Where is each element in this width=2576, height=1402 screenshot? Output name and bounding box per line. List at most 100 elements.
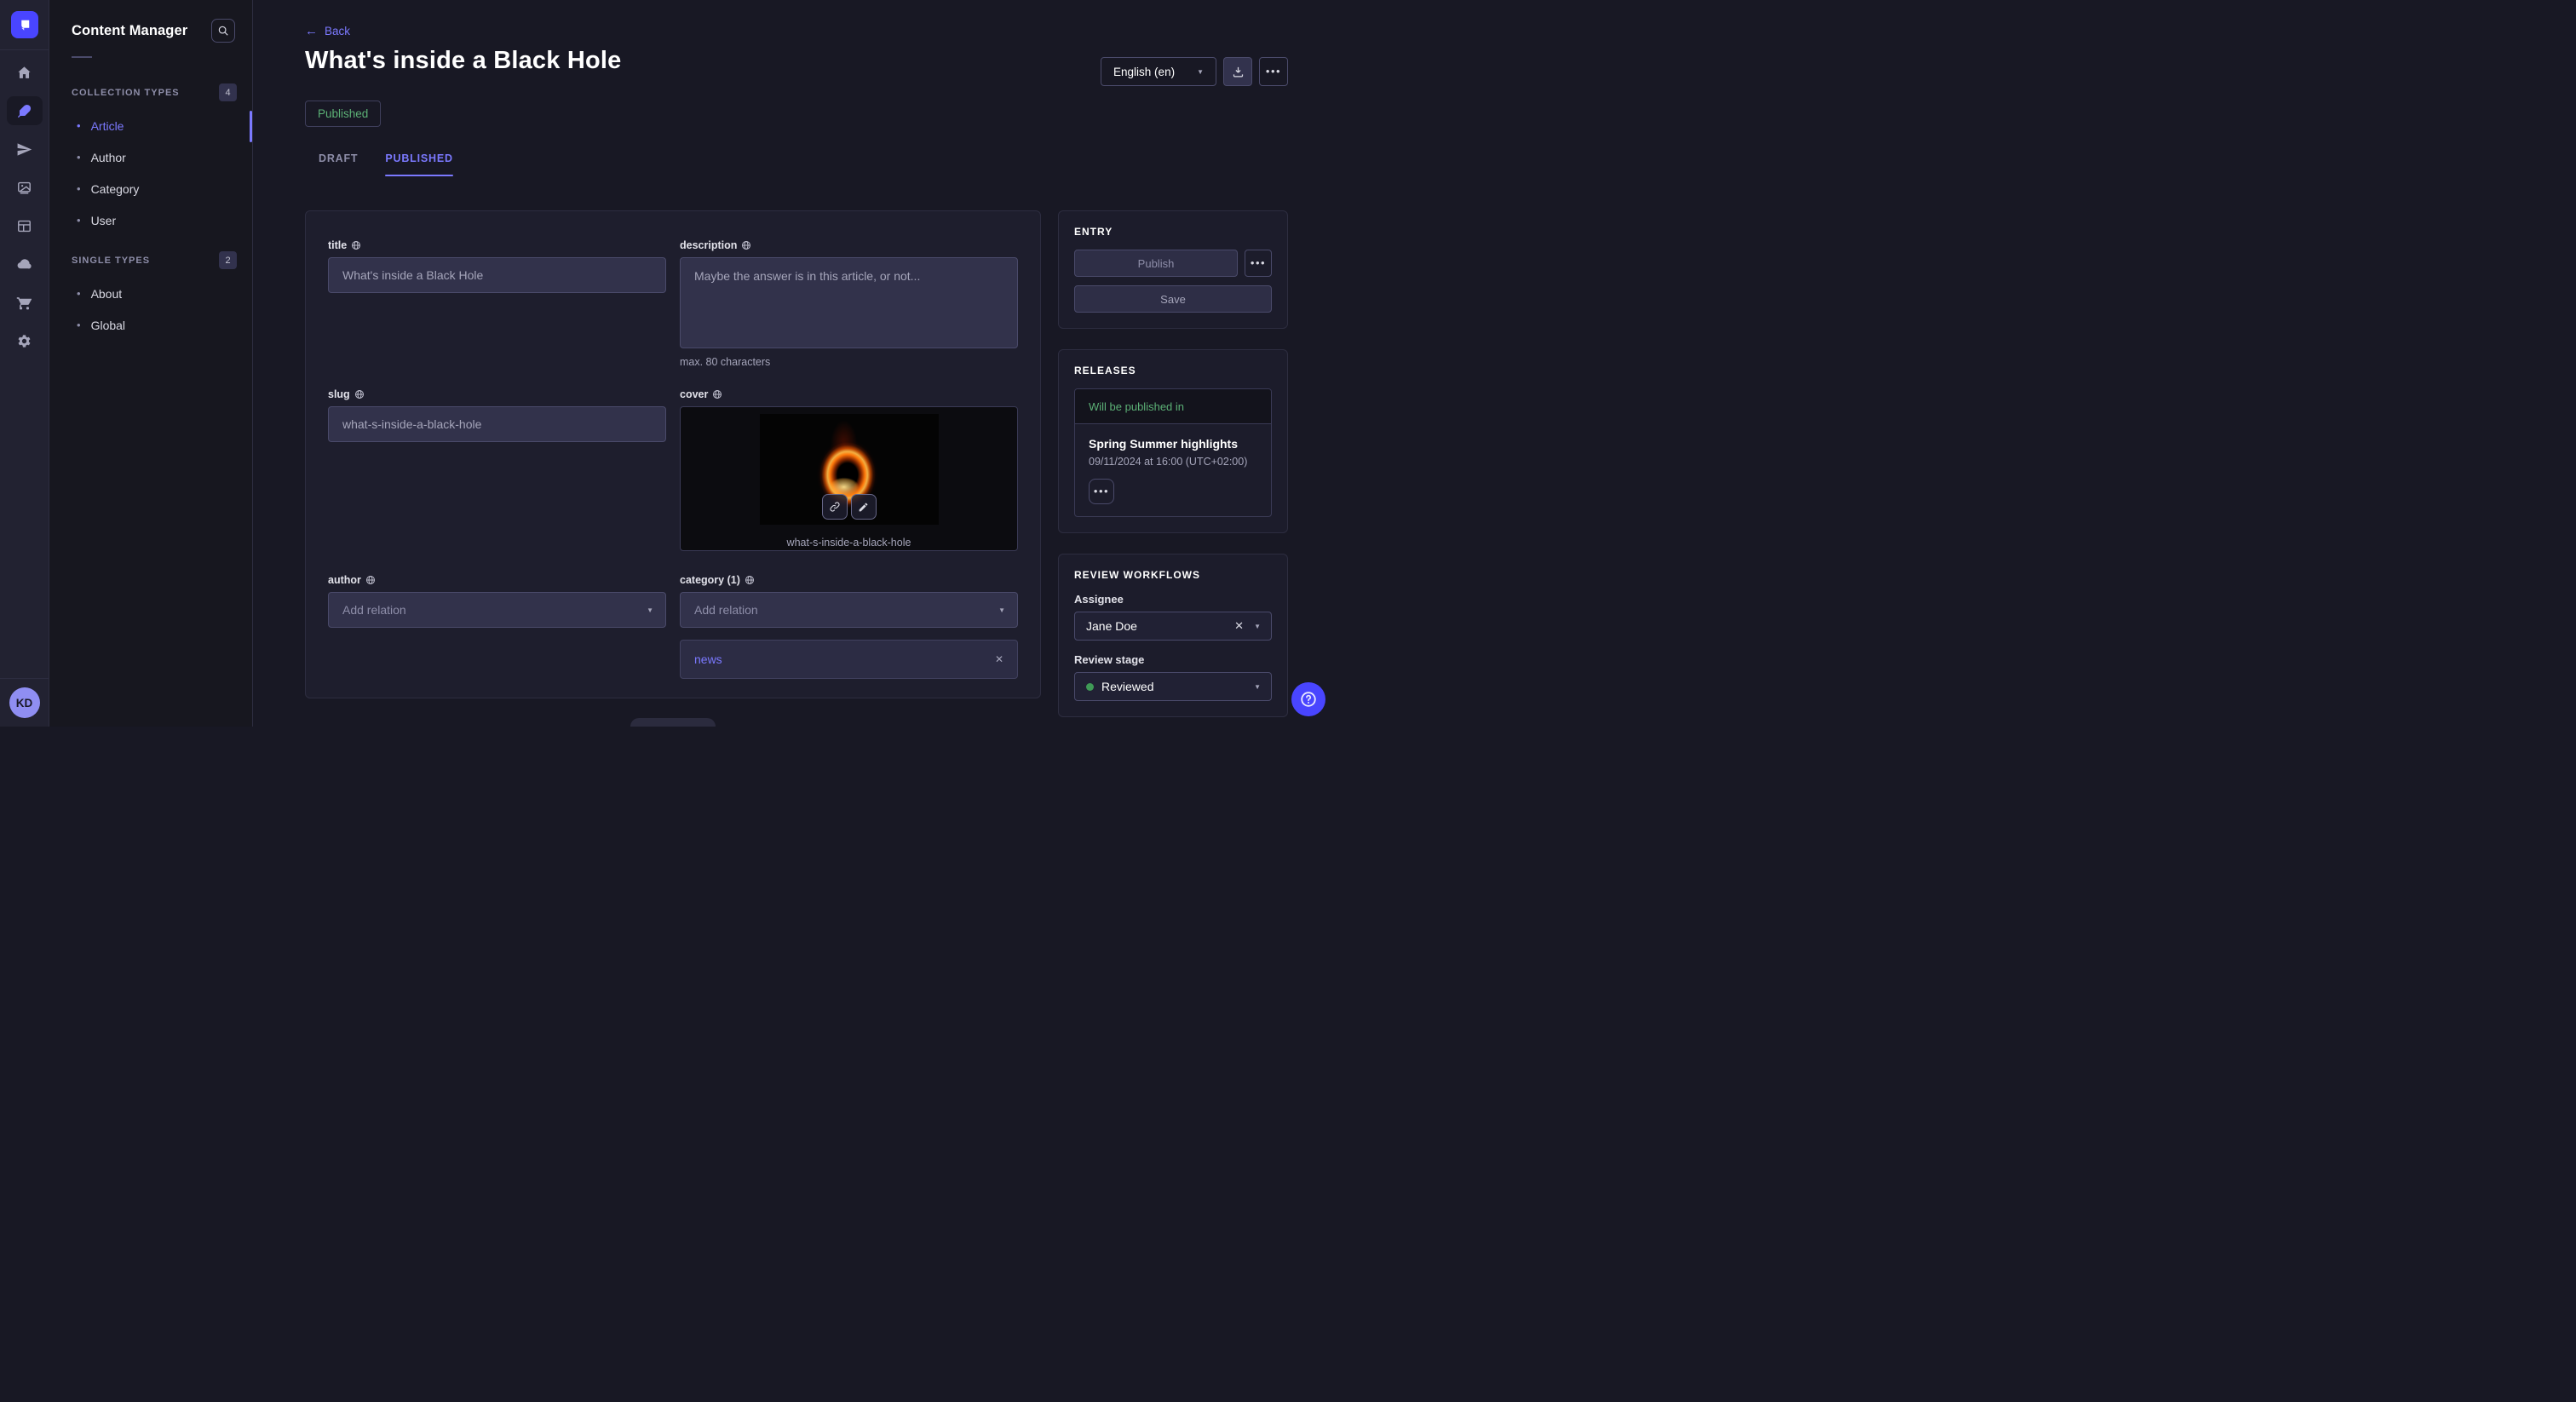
edit-form-panel: title What's inside a Black Hole descrip…	[305, 210, 1041, 698]
globe-icon	[351, 240, 361, 250]
nav-releases[interactable]	[7, 135, 43, 164]
author-relation-select[interactable]: Add relation ▼	[328, 592, 666, 628]
nav-media-library[interactable]	[7, 173, 43, 202]
pencil-icon	[858, 502, 869, 513]
main-nav-rail: KD	[0, 0, 49, 727]
sidebar-item-user[interactable]: • User	[49, 204, 252, 236]
entry-more-button[interactable]: •••	[1245, 250, 1272, 277]
content-manager-sidebar: Content Manager COLLECTION TYPES 4 • Art…	[49, 0, 253, 727]
sidebar-item-category[interactable]: • Category	[49, 173, 252, 204]
edit-cover-button[interactable]	[851, 494, 877, 520]
bullet-icon: •	[77, 151, 81, 164]
globe-icon	[745, 575, 755, 585]
nav-content-type-builder[interactable]	[7, 211, 43, 240]
save-button[interactable]: Save	[1074, 285, 1272, 313]
category-field-label: category (1)	[680, 574, 740, 586]
assignee-select[interactable]: Jane Doe ✕ ▼	[1074, 612, 1272, 641]
chevron-down-icon: ▼	[647, 606, 653, 614]
description-hint: max. 80 characters	[680, 356, 1018, 368]
release-more-button[interactable]: •••	[1089, 479, 1114, 504]
clear-assignee-icon[interactable]: ✕	[1234, 619, 1244, 633]
slug-field-label: slug	[328, 388, 350, 400]
title-input[interactable]: What's inside a Black Hole	[328, 257, 666, 293]
category-relation-select[interactable]: Add relation ▼	[680, 592, 1018, 628]
title-field-label: title	[328, 239, 347, 251]
review-stage-select[interactable]: Reviewed ▼	[1074, 672, 1272, 701]
help-button[interactable]	[1291, 682, 1325, 716]
slug-input[interactable]: what-s-inside-a-black-hole	[328, 406, 666, 442]
strapi-logo-icon	[17, 17, 32, 32]
strapi-logo[interactable]	[11, 11, 38, 38]
rail-divider	[0, 49, 49, 50]
feather-icon	[16, 103, 32, 119]
version-tabs: DRAFT PUBLISHED	[305, 152, 1288, 176]
locale-select[interactable]: English (en) ▼	[1101, 57, 1216, 86]
back-arrow-icon: ←	[305, 24, 318, 38]
nav-settings[interactable]	[7, 326, 43, 355]
description-field-label: description	[680, 239, 737, 251]
more-actions-button[interactable]: •••	[1259, 57, 1288, 86]
release-status: Will be published in	[1075, 389, 1271, 424]
help-icon	[1299, 690, 1318, 709]
globe-icon	[741, 240, 751, 250]
bullet-icon: •	[77, 287, 81, 300]
cover-media-card[interactable]: what-s-inside-a-black-hole	[680, 406, 1018, 551]
collection-types-section: COLLECTION TYPES 4 • Article • Author • …	[49, 83, 252, 236]
bullet-icon: •	[77, 182, 81, 195]
sidebar-item-global[interactable]: • Global	[49, 309, 252, 341]
entry-panel-title: ENTRY	[1074, 226, 1272, 238]
release-date: 09/11/2024 at 16:00 (UTC+02:00)	[1089, 456, 1257, 468]
sidebar-divider	[72, 56, 92, 58]
field-description: description Maybe the answer is in this …	[680, 239, 1018, 388]
page-title: What's inside a Black Hole	[305, 47, 621, 75]
field-author: author Add relation ▼	[328, 574, 666, 679]
home-icon	[16, 65, 32, 81]
sidebar-item-author[interactable]: • Author	[49, 141, 252, 173]
field-title: title What's inside a Black Hole	[328, 239, 666, 388]
nav-content-manager[interactable]	[7, 96, 43, 125]
right-sidebar: ENTRY Publish ••• Save RELEASES Will be …	[1058, 210, 1288, 717]
stage-status-dot	[1086, 683, 1094, 691]
collection-types-label: COLLECTION TYPES	[72, 88, 180, 98]
nav-deploy[interactable]	[7, 250, 43, 279]
nav-home[interactable]	[7, 58, 43, 87]
active-item-indicator	[250, 111, 252, 142]
collection-types-count: 4	[219, 83, 237, 101]
description-textarea[interactable]: Maybe the answer is in this article, or …	[680, 257, 1018, 348]
sidebar-item-label: About	[91, 287, 123, 301]
paper-plane-icon	[16, 141, 32, 158]
sidebar-item-article[interactable]: • Article	[49, 110, 252, 141]
status-badge: Published	[305, 101, 381, 127]
entry-panel: ENTRY Publish ••• Save	[1058, 210, 1288, 329]
review-workflows-panel: REVIEW WORKFLOWS Assignee Jane Doe ✕ ▼ R…	[1058, 554, 1288, 717]
tab-published[interactable]: PUBLISHED	[371, 152, 466, 176]
back-link[interactable]: ← Back	[305, 24, 350, 38]
chevron-down-icon: ▼	[998, 606, 1005, 614]
cover-filename: what-s-inside-a-black-hole	[787, 537, 911, 549]
publish-button[interactable]: Publish	[1074, 250, 1238, 277]
bullet-icon: •	[77, 319, 81, 331]
globe-icon	[365, 575, 376, 585]
sidebar-item-label: Author	[91, 151, 126, 164]
copy-link-button[interactable]	[822, 494, 848, 520]
sidebar-item-label: User	[91, 214, 117, 227]
relation-item-news: news ✕	[680, 640, 1018, 679]
rail-divider-bottom	[0, 678, 49, 679]
remove-relation-icon[interactable]: ✕	[995, 653, 1003, 665]
user-avatar[interactable]: KD	[9, 687, 40, 718]
download-button[interactable]	[1223, 57, 1252, 86]
single-types-count: 2	[219, 251, 237, 269]
nav-marketplace[interactable]	[7, 288, 43, 317]
field-cover: cover	[680, 388, 1018, 574]
layout-icon	[16, 218, 32, 234]
bullet-icon: •	[77, 119, 81, 132]
review-stage-label: Review stage	[1074, 653, 1272, 666]
releases-panel-title: RELEASES	[1074, 365, 1272, 376]
relation-link[interactable]: news	[694, 652, 722, 666]
sidebar-item-about[interactable]: • About	[49, 278, 252, 309]
globe-icon	[354, 389, 365, 399]
cart-icon	[16, 295, 32, 311]
search-button[interactable]	[211, 19, 235, 43]
dynamic-zone-add-button-partial[interactable]	[630, 718, 716, 727]
tab-draft[interactable]: DRAFT	[305, 152, 371, 176]
